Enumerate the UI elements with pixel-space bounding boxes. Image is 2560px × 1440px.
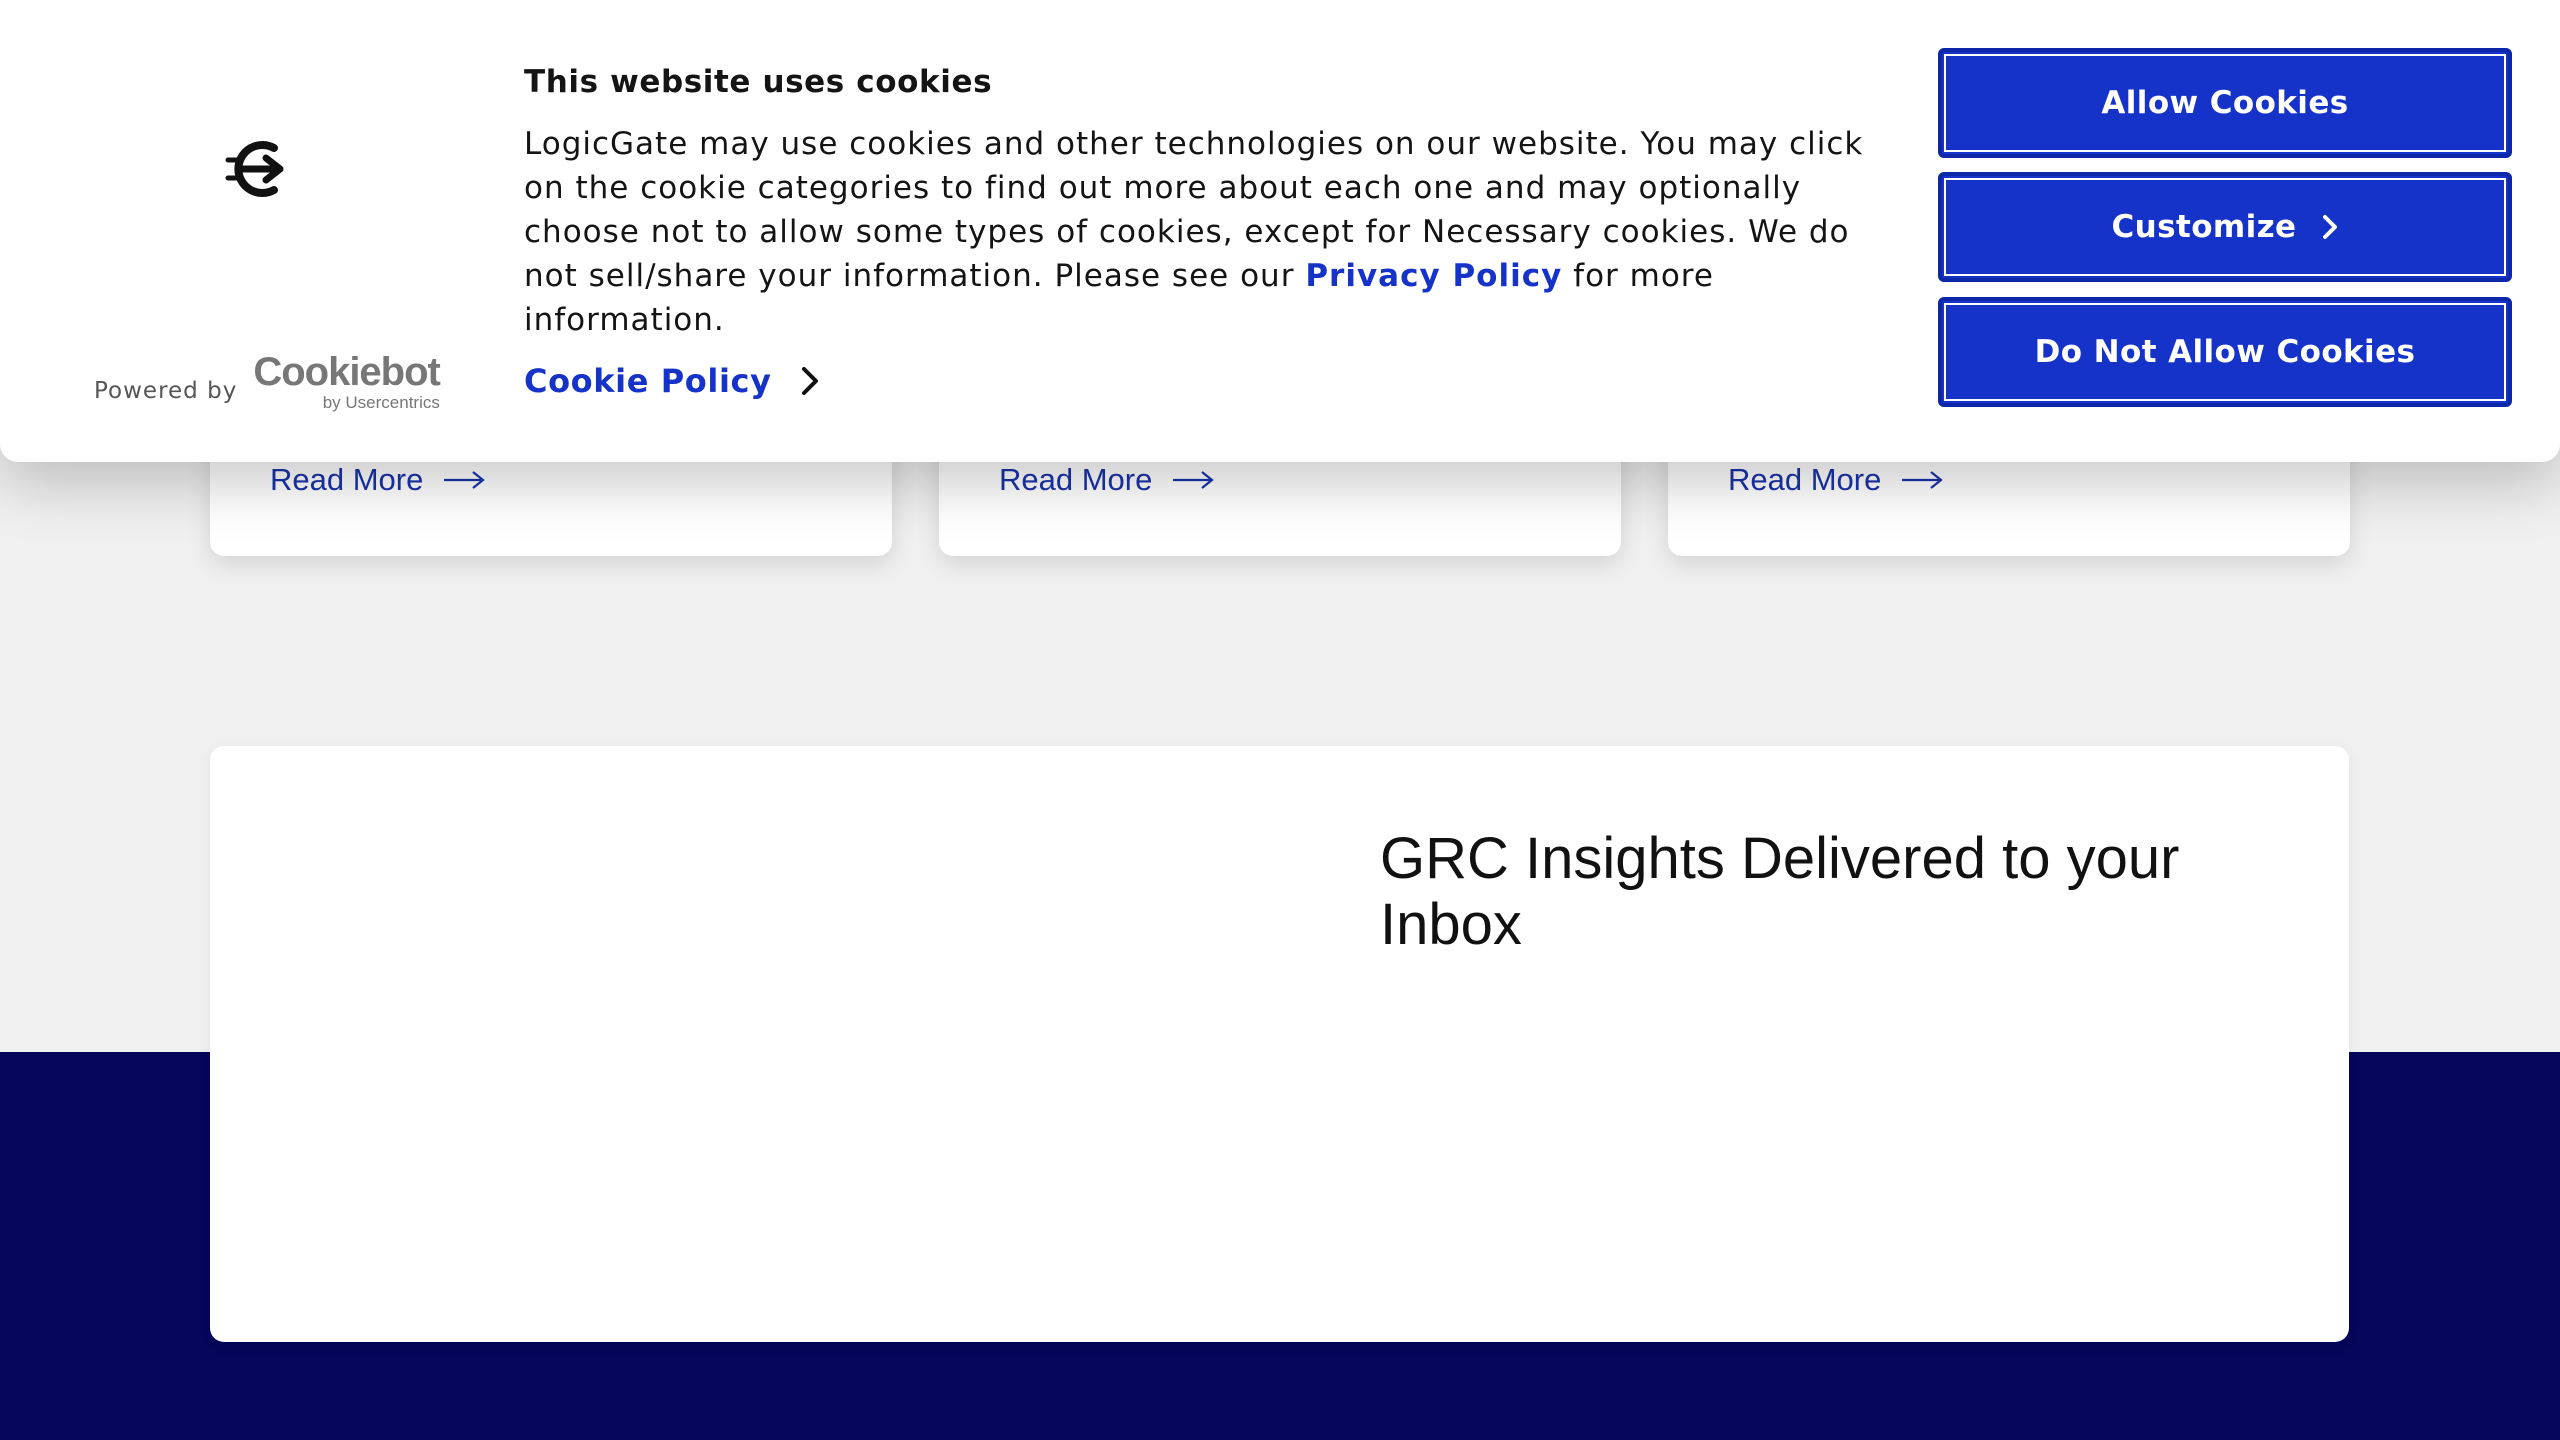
arrow-right-icon (1902, 471, 1944, 489)
powered-by-label: Powered by (94, 378, 238, 404)
chevron-right-icon (801, 367, 818, 395)
logicgate-logo-icon (225, 141, 284, 197)
arrow-right-icon (444, 471, 486, 489)
cookie-policy-link[interactable]: Cookie Policy (524, 362, 820, 400)
read-more-label: Read More (999, 462, 1153, 497)
customize-label: Customize (2111, 209, 2297, 245)
do-not-allow-cookies-button[interactable]: Do Not Allow Cookies (1938, 297, 2512, 407)
cookie-banner-body: LogicGate may use cookies and other tech… (524, 122, 1904, 342)
newsletter-title: GRC Insights Delivered to your Inbox (1380, 826, 2180, 957)
customize-button[interactable]: Customize (1938, 172, 2512, 282)
read-more-link[interactable]: Read More (999, 462, 1215, 498)
read-more-link[interactable]: Read More (1728, 462, 1944, 498)
cookie-banner-title: This website uses cookies (524, 64, 993, 100)
read-more-label: Read More (1728, 462, 1882, 497)
cookie-policy-label: Cookie Policy (524, 362, 772, 400)
do-not-allow-label: Do Not Allow Cookies (2034, 334, 2416, 370)
arrow-right-icon (1173, 471, 1215, 489)
allow-cookies-button[interactable]: Allow Cookies (1938, 48, 2512, 158)
read-more-label: Read More (270, 462, 424, 497)
cookiebot-sub: by Usercentrics (322, 393, 440, 412)
privacy-policy-link[interactable]: Privacy Policy (1305, 258, 1562, 294)
allow-cookies-label: Allow Cookies (2101, 85, 2349, 121)
cookie-consent-banner: Powered by Cookiebot by Usercentrics Thi… (0, 0, 2560, 462)
cookiebot-brand: Cookiebot (253, 350, 441, 394)
chevron-right-icon (2323, 215, 2338, 239)
newsletter-signup: GRC Insights Delivered to your Inbox (210, 746, 2349, 1342)
cookiebot-logo: Cookiebot by Usercentrics (253, 350, 441, 412)
read-more-link[interactable]: Read More (270, 462, 486, 498)
powered-by-cookiebot[interactable]: Powered by Cookiebot by Usercentrics (94, 350, 441, 412)
